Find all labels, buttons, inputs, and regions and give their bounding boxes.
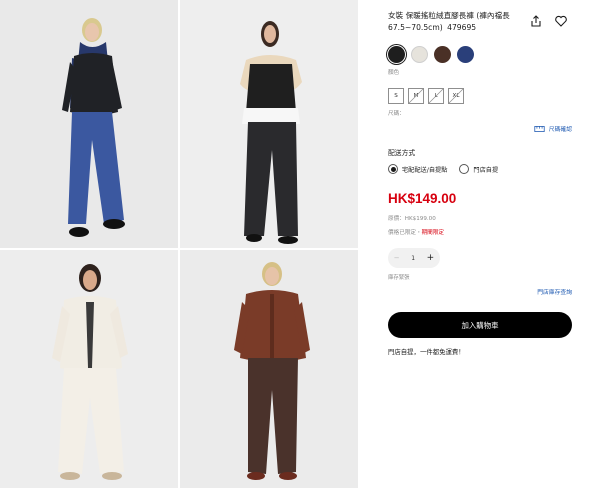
quantity-decrease-button[interactable]: − [394, 254, 400, 262]
size-option-m[interactable]: M [408, 88, 424, 104]
product-code: 479695 [447, 23, 477, 32]
model-photo-2 [180, 0, 358, 248]
size-label-s: S [394, 93, 398, 99]
radio-unselected-icon [459, 164, 470, 174]
shipping-option-delivery[interactable]: 宅配配送/自提點 [388, 164, 447, 174]
product-image-gallery [0, 0, 358, 488]
model-photo-1 [0, 0, 178, 248]
size-guide-label: 尺碼確認 [548, 127, 572, 133]
unavailable-slash-icon [449, 89, 463, 103]
radio-selected-icon [388, 164, 398, 174]
promo-prefix: 價格已限定・ [388, 230, 422, 236]
model-photo-4 [180, 250, 358, 488]
color-swatch-offwhite[interactable] [411, 46, 428, 63]
size-option-xl[interactable]: XL [448, 88, 464, 104]
shipping-option-store-pickup[interactable]: 門店自提 [459, 164, 498, 174]
favorite-button[interactable] [554, 13, 568, 27]
quantity-increase-button[interactable]: + [427, 253, 435, 263]
quantity-stepper: − 1 + [388, 248, 440, 268]
add-to-cart-button[interactable]: 加入購物車 [388, 312, 572, 338]
size-guide-link[interactable]: 尺碼確認 [534, 124, 572, 133]
promo-text: 價格已限定・期間限定 [388, 228, 444, 236]
unavailable-slash-icon [409, 89, 423, 103]
color-swatches [388, 46, 474, 63]
product-detail-panel: 女裝 保暖搖粒絨直腳長褲 (褲內襠長67.5~70.5cm) 479695 顏色… [388, 0, 572, 488]
free-shipping-note: 門店自提，一件都免運費！ [388, 348, 465, 356]
size-selector: S M L XL [388, 88, 464, 104]
model-photo-3 [0, 250, 178, 488]
heart-icon [555, 15, 567, 27]
product-image-brown-pants[interactable] [180, 250, 358, 488]
product-image-black-pants[interactable] [180, 0, 358, 248]
ruler-icon [534, 125, 545, 132]
size-label: 尺碼： [388, 111, 405, 117]
shipping-option-label: 門店自提 [473, 166, 499, 174]
shipping-options: 宅配配送/自提點 門店自提 [388, 164, 498, 174]
shipping-title: 配送方式 [388, 149, 416, 157]
product-title: 女裝 保暖搖粒絨直腳長褲 (褲內襠長67.5~70.5cm) 479695 [388, 10, 524, 34]
product-image-blue-pants[interactable] [0, 0, 178, 248]
share-button[interactable] [529, 13, 543, 27]
size-option-l[interactable]: L [428, 88, 444, 104]
product-image-offwhite-pants[interactable] [0, 250, 178, 488]
store-inventory-link[interactable]: 門店庫存查詢 [537, 287, 572, 296]
stock-status: 庫存緊張 [388, 275, 410, 281]
shipping-option-label: 宅配配送/自提點 [402, 166, 448, 174]
original-price: 原價：HK$199.00 [388, 216, 436, 222]
size-option-s[interactable]: S [388, 88, 404, 104]
unavailable-slash-icon [429, 89, 443, 103]
color-swatch-navy[interactable] [457, 46, 474, 63]
color-label: 顏色 [388, 70, 400, 76]
quantity-value: 1 [411, 254, 416, 262]
color-swatch-black[interactable] [388, 46, 405, 63]
color-swatch-brown[interactable] [434, 46, 451, 63]
promo-highlight: 期間限定 [421, 230, 444, 236]
share-icon [531, 15, 541, 27]
sale-price: HK$149.00 [388, 191, 457, 206]
